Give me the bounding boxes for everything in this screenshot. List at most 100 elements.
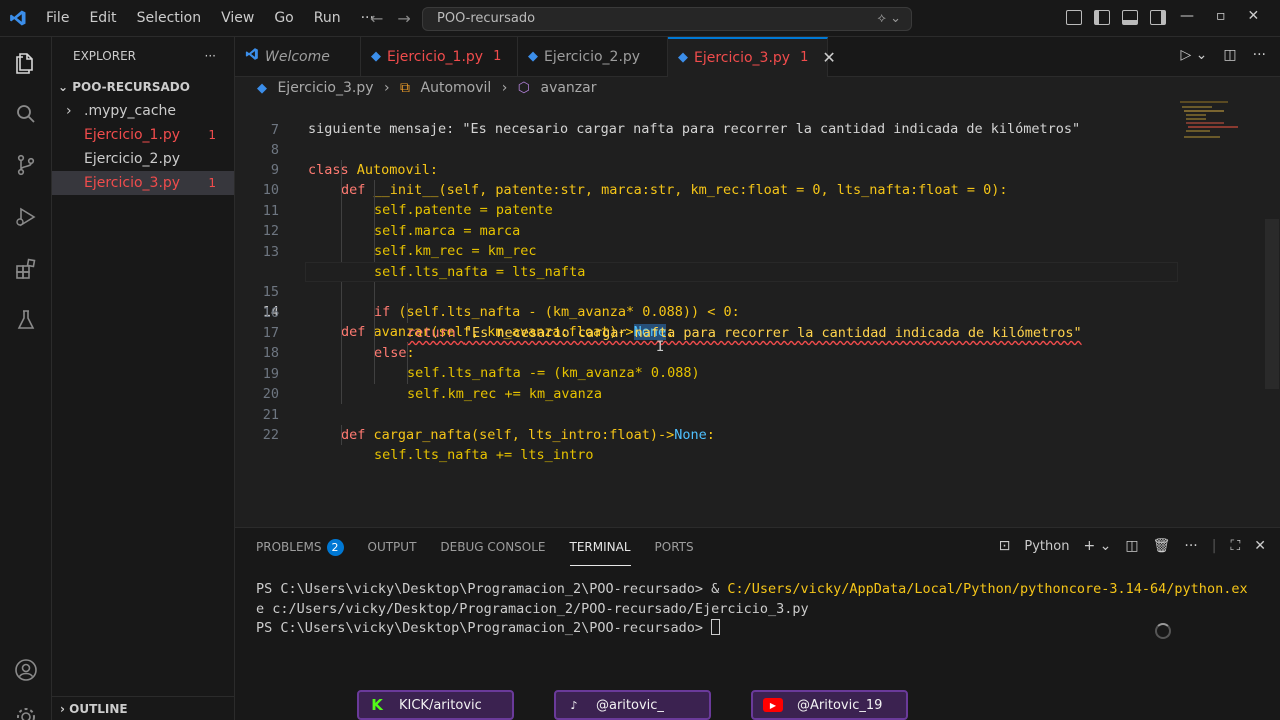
code-line: 17 else: (235, 323, 1280, 361)
social-label: @aritovic_ (596, 697, 664, 713)
customize-layout-icon[interactable] (1066, 10, 1082, 25)
split-editor-icon[interactable]: ◫ (1223, 47, 1236, 63)
activity-bar (0, 37, 52, 720)
breadcrumb-class[interactable]: Automovil (421, 80, 492, 96)
toggle-primary-sidebar-icon[interactable] (1094, 10, 1110, 25)
toggle-secondary-sidebar-icon[interactable] (1150, 10, 1166, 25)
explorer-icon[interactable] (14, 51, 38, 75)
minimize-icon[interactable]: — (1180, 8, 1194, 24)
social-label: @Aritovic_19 (797, 697, 883, 713)
file-mypy-cache[interactable]: › .mypy_cache (52, 99, 234, 123)
editor-scrollbar[interactable] (1265, 219, 1279, 389)
file-label: .mypy_cache (84, 103, 177, 119)
search-icon[interactable] (14, 102, 38, 126)
extensions-icon[interactable] (14, 257, 38, 281)
line-number: 20 (262, 386, 279, 402)
current-line-highlight (305, 262, 1178, 282)
code-editor[interactable]: siguiente mensaje: "Es necesario cargar … (235, 99, 1280, 527)
new-terminal-icon[interactable]: + ⌄ (1083, 538, 1111, 554)
explorer-title: EXPLORER (73, 49, 136, 63)
file-ejercicio-1[interactable]: Ejercicio_1.py 1 (52, 123, 234, 147)
tab-ejercicio-2[interactable]: ◆ Ejercicio_2.py (518, 37, 668, 76)
editor-more-icon[interactable]: ··· (1253, 47, 1266, 63)
youtube-icon: ▶ (763, 698, 783, 712)
file-label: Ejercicio_3.py (84, 175, 181, 191)
back-arrow-icon[interactable]: ← (370, 9, 383, 28)
code-line-current: 14 def avanzar(self, km_avanza:float)->N… (235, 262, 1280, 340)
python-file-icon: ◆ (678, 50, 688, 65)
error-count: 1 (208, 176, 216, 190)
menu-selection[interactable]: Selection (127, 0, 212, 37)
tab-label: Welcome (265, 48, 330, 65)
tab-ports[interactable]: PORTS (655, 528, 694, 566)
split-terminal-icon[interactable]: ◫ (1125, 538, 1138, 554)
tab-ejercicio-3[interactable]: ◆ Ejercicio_3.py 1 ✕ (668, 37, 836, 77)
close-tab-icon[interactable]: ✕ (822, 39, 835, 77)
toggle-panel-icon[interactable] (1122, 10, 1138, 25)
copilot-icon[interactable]: ⟡ ⌄ (877, 8, 901, 30)
panel-more-icon[interactable]: ··· (1184, 538, 1197, 554)
close-window-icon[interactable]: ✕ (1248, 8, 1260, 24)
minimap[interactable] (1180, 99, 1240, 159)
tab-label: Ejercicio_1.py (387, 48, 484, 65)
social-kick: K KICK/aritovic (357, 690, 514, 720)
outline-section[interactable]: › OUTLINE (52, 696, 235, 720)
tab-output[interactable]: OUTPUT (368, 528, 417, 566)
line-number: 9 (270, 162, 279, 178)
maximize-icon[interactable]: ▫ (1216, 8, 1226, 24)
tiktok-icon: ♪ (570, 698, 578, 712)
source-control-icon[interactable] (14, 153, 38, 177)
explorer-sidebar: EXPLORER ··· ⌄ POO-RECURSADO › .mypy_cac… (52, 37, 235, 720)
tab-label: TERMINAL (569, 539, 631, 554)
indent-guide (374, 180, 375, 262)
indent-guide (407, 343, 408, 384)
chevron-down-icon: ⌄ (58, 80, 73, 94)
tab-debug-console[interactable]: DEBUG CONSOLE (440, 528, 545, 566)
terminal-prompt: PS C:\Users\vicky\Desktop\Programacion_2… (256, 581, 728, 597)
indent-guide (407, 303, 408, 323)
indent-guide (374, 282, 375, 384)
testing-icon[interactable] (14, 308, 38, 332)
method-symbol-icon: ⬡ (517, 80, 531, 96)
tab-problems[interactable]: PROBLEMS 2 (256, 528, 344, 566)
line-number: 8 (270, 142, 279, 158)
menu-run[interactable]: Run (304, 0, 351, 37)
menu-edit[interactable]: Edit (79, 0, 126, 37)
forward-arrow-icon[interactable]: → (397, 9, 410, 28)
tab-label: PORTS (654, 540, 694, 554)
code-line: 9 def __init__(self, patente:str, marca:… (235, 160, 1280, 198)
breadcrumb-file[interactable]: Ejercicio_3.py (277, 80, 373, 96)
run-debug-icon[interactable] (14, 205, 38, 229)
tab-welcome[interactable]: Welcome (235, 37, 361, 76)
maximize-panel-icon[interactable]: ⛶ (1230, 538, 1240, 554)
line-number: 19 (262, 366, 279, 382)
account-icon[interactable] (14, 658, 38, 682)
file-ejercicio-2[interactable]: Ejercicio_2.py (52, 147, 234, 171)
code-line: 13 self.lts_nafta = lts_nafta (235, 242, 1280, 280)
tab-ejercicio-1[interactable]: ◆ Ejercicio_1.py 1 (361, 37, 518, 76)
kill-terminal-icon[interactable]: 🗑 (1153, 538, 1171, 554)
title-bar: File Edit Selection View Go Run ··· ← → … (0, 0, 1280, 37)
tab-terminal[interactable]: TERMINAL (569, 528, 631, 566)
run-python-file-icon[interactable]: ▷ ⌄ (1180, 47, 1207, 63)
menu-view[interactable]: View (211, 0, 264, 37)
menu-bar: File Edit Selection View Go Run ··· (36, 0, 384, 37)
terminal-shell-name[interactable]: Python (1024, 539, 1069, 554)
breadcrumb-method[interactable]: avanzar (540, 80, 596, 96)
folder-root[interactable]: ⌄ POO-RECURSADO (52, 75, 234, 99)
code-line: 21 def cargar_nafta(self, lts_intro:floa… (235, 405, 1280, 443)
file-ejercicio-3[interactable]: Ejercicio_3.py 1 (52, 171, 234, 195)
close-panel-icon[interactable]: ✕ (1254, 538, 1266, 554)
menu-file[interactable]: File (36, 0, 79, 37)
manage-gear-icon[interactable] (14, 705, 38, 720)
menu-go[interactable]: Go (264, 0, 303, 37)
terminal-prompt: PS C:\Users\vicky\Desktop\Programacion_2… (256, 620, 712, 636)
code-line: 18 self.lts_nafta -= (km_avanza* 0.088) (235, 343, 1280, 381)
line-number: 17 (262, 325, 279, 341)
command-center-search[interactable]: POO-recursado ⟡ ⌄ (422, 7, 912, 31)
terminal-output[interactable]: PS C:\Users\vicky\Desktop\Programacion_2… (256, 580, 1266, 639)
line-number: 16 (262, 305, 279, 321)
explorer-more-icon[interactable]: ··· (205, 49, 216, 63)
mouse-text-cursor-icon: I (656, 339, 665, 355)
error-count: 1 (208, 128, 216, 142)
